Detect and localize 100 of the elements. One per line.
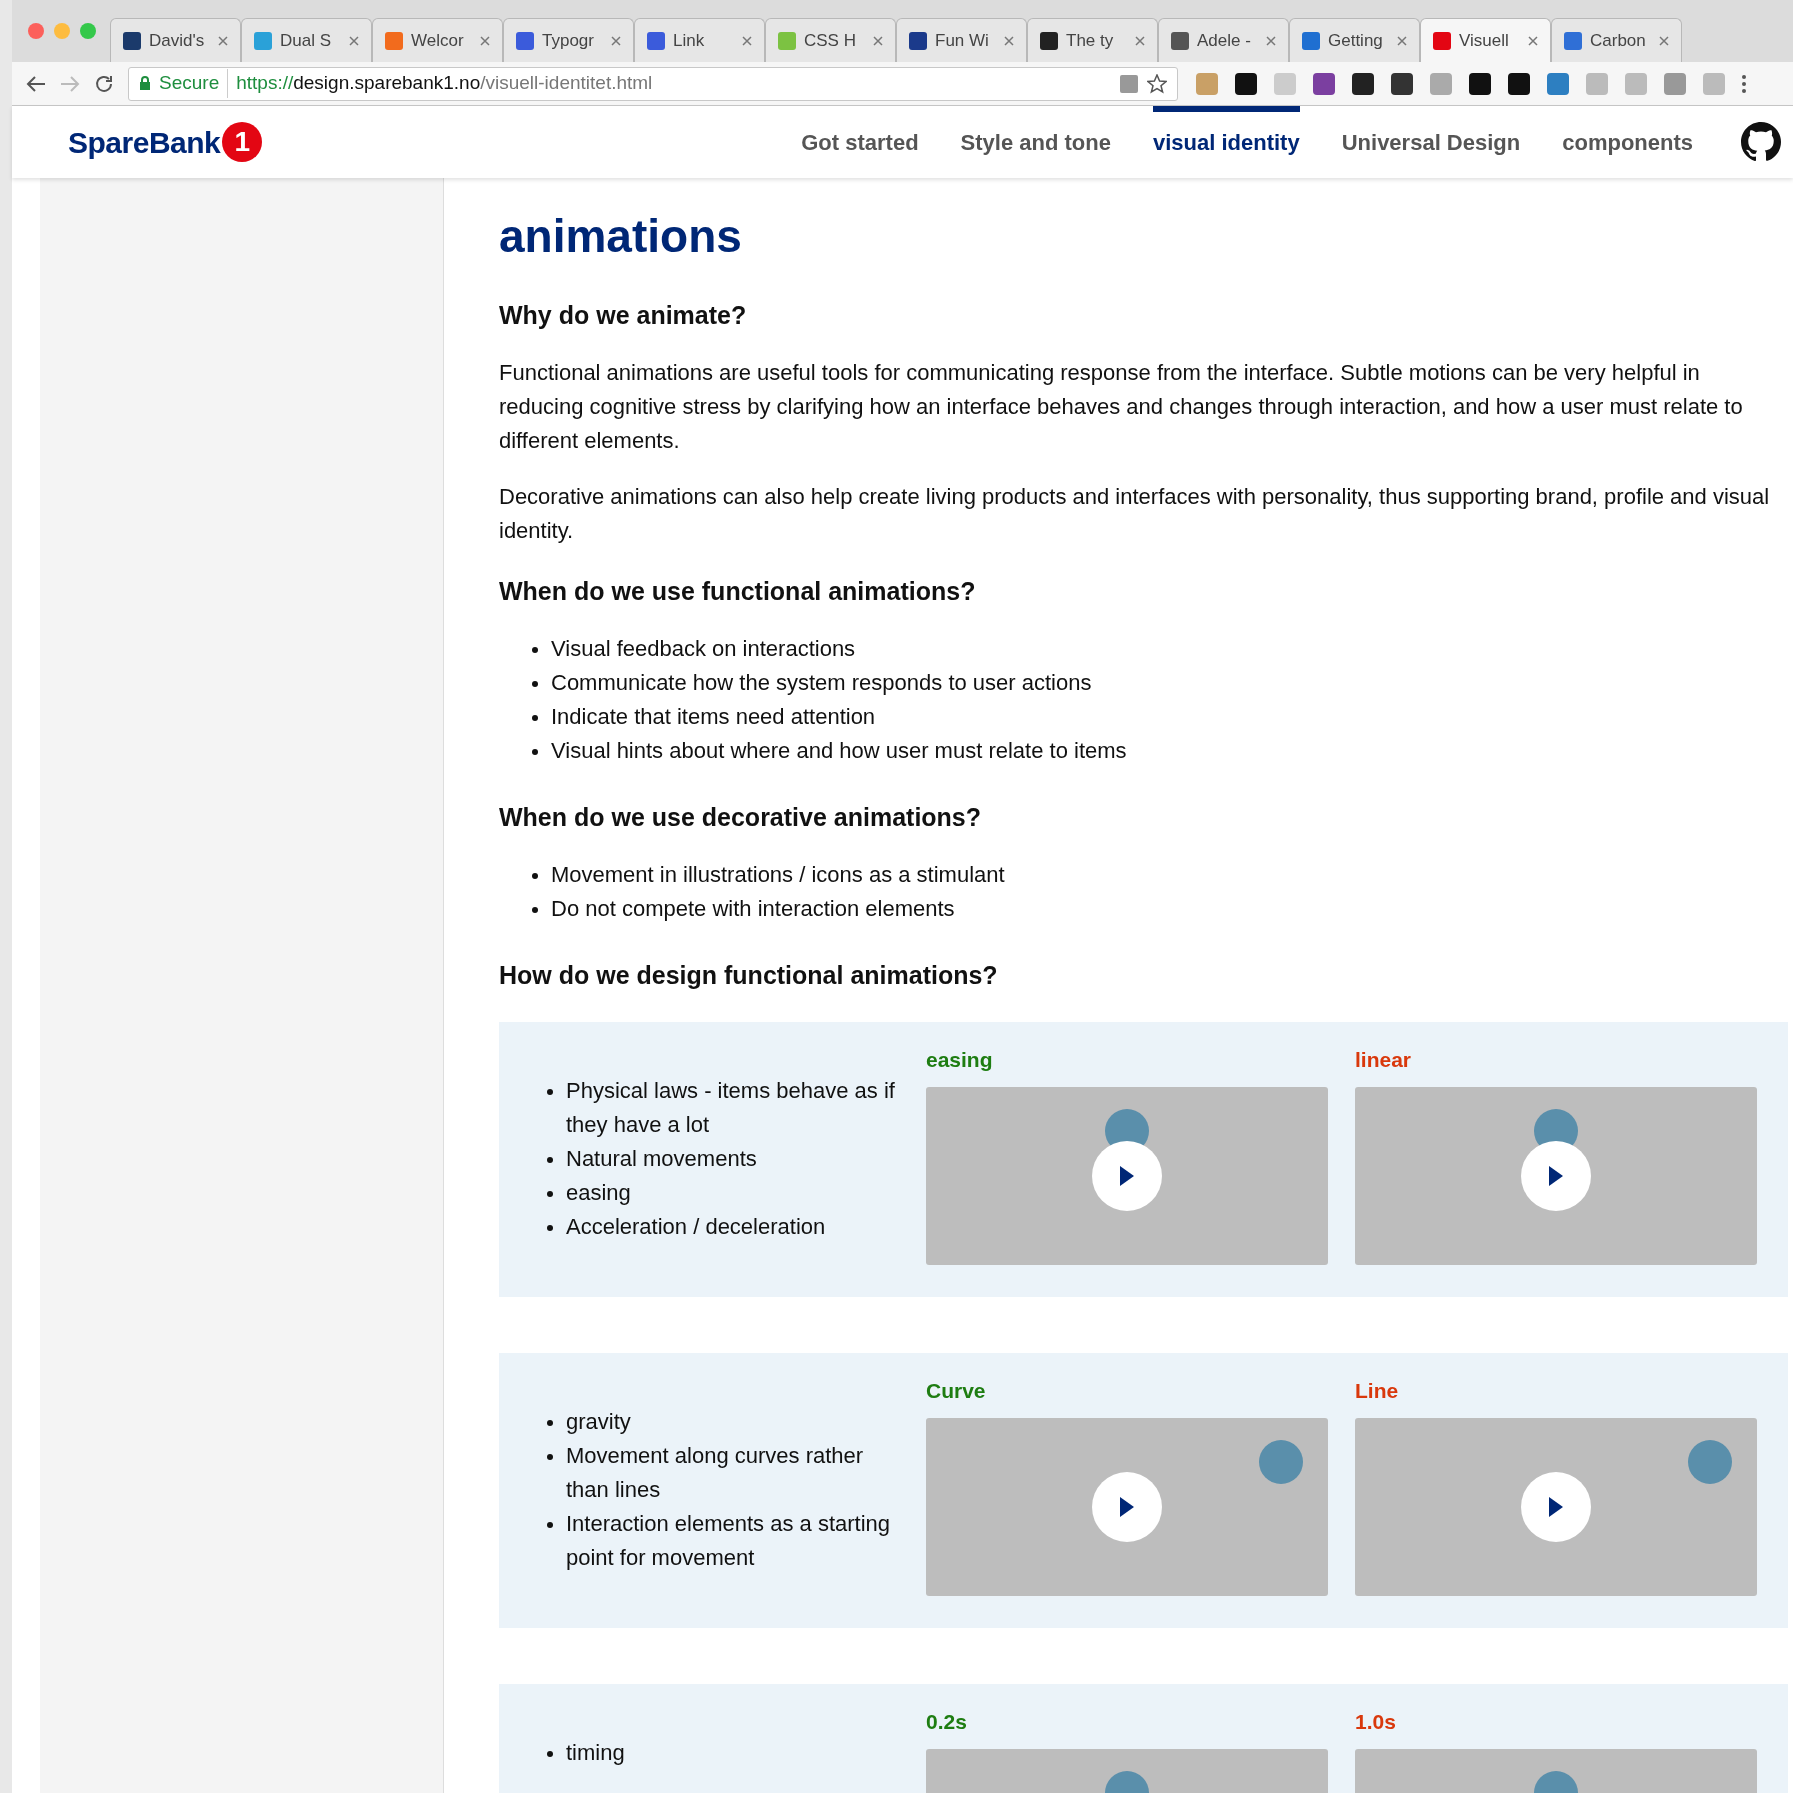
- logo-badge[interactable]: 1: [222, 122, 263, 162]
- browser-tab[interactable]: Adele -: [1158, 18, 1289, 62]
- browser-tab[interactable]: CSS H: [765, 18, 896, 62]
- github-icon[interactable]: [1741, 122, 1781, 162]
- list-item: Physical laws - items behave as if they have a lot: [566, 1076, 896, 1139]
- browser-tab[interactable]: David's: [110, 18, 241, 62]
- page-title: animations: [499, 209, 743, 264]
- browser-tab[interactable]: Getting: [1289, 18, 1420, 62]
- extension-icon[interactable]: [1469, 72, 1491, 95]
- tab-title: CSS H: [804, 29, 857, 52]
- list-item: Natural movements: [566, 1144, 757, 1173]
- close-tab-icon[interactable]: [1135, 35, 1145, 46]
- body-paragraph: Functional animations are useful tools for communicating response from the interface. Subtle motions can be very helpful in reducing cognitive stress by clarifying how an interface behaves and changes through interaction, and how a user must relate to different elements.: [499, 358, 1744, 455]
- list-item: Movement in illustrations / icons as a stimulant: [551, 860, 1005, 889]
- bullet-icon: [547, 1521, 553, 1528]
- browser-tab[interactable]: Welcor: [372, 18, 503, 62]
- bullet-icon: [547, 1156, 553, 1163]
- play-icon: [1118, 1496, 1136, 1518]
- browser-tab[interactable]: The ty: [1027, 18, 1158, 62]
- bullet-icon: [547, 1088, 553, 1095]
- demo-label: linear: [1355, 1046, 1413, 1073]
- lock-icon: [139, 76, 151, 91]
- close-tab-icon[interactable]: [480, 35, 490, 46]
- bullet-icon: [532, 872, 538, 879]
- demo-label: 1.0s: [1355, 1708, 1397, 1735]
- browser-tab[interactable]: Dual S: [241, 18, 372, 62]
- demo-label: easing: [926, 1046, 994, 1073]
- demo-label: 0.2s: [926, 1708, 968, 1735]
- close-window-button[interactable]: [28, 23, 44, 39]
- play-icon: [1547, 1496, 1565, 1518]
- browser-tab[interactable]: Visuell: [1420, 18, 1551, 62]
- nav-link[interactable]: visual identity: [1152, 106, 1300, 178]
- list-item: Movement along curves rather than lines: [566, 1441, 865, 1504]
- tab-title: Welcor: [411, 29, 465, 52]
- close-tab-icon[interactable]: [1528, 35, 1538, 46]
- bullet-icon: [532, 646, 538, 653]
- bullet-icon: [547, 1419, 553, 1426]
- tab-title: Visuell: [1459, 29, 1510, 52]
- close-tab-icon[interactable]: [1397, 35, 1407, 46]
- back-icon[interactable]: [26, 74, 46, 93]
- tab-title: Typogr: [542, 29, 595, 52]
- close-tab-icon[interactable]: [349, 35, 359, 46]
- extension-icon[interactable]: [1235, 72, 1257, 95]
- close-tab-icon[interactable]: [742, 35, 752, 46]
- extension-icon[interactable]: [1391, 72, 1413, 95]
- tab-title: Link: [673, 29, 706, 52]
- tab-title: Fun Wi: [935, 29, 990, 52]
- list-item: Visual feedback on interactions: [551, 634, 856, 663]
- demo-label: Curve: [926, 1377, 987, 1404]
- close-tab-icon[interactable]: [1004, 35, 1014, 46]
- bullet-icon: [532, 714, 538, 721]
- reload-icon[interactable]: [94, 73, 114, 94]
- list-item: Visual hints about where and how user must relate to items: [551, 736, 1127, 765]
- bullet-icon: [547, 1224, 553, 1231]
- list-item: Communicate how the system responds to user actions: [551, 668, 1092, 697]
- body-paragraph: Decorative animations can also help create living products and interfaces with personality, thus supporting brand, profile and visual identity.: [499, 482, 1771, 545]
- browser-tab[interactable]: Link: [634, 18, 765, 62]
- section-heading: When do we use functional animations?: [499, 575, 977, 607]
- extension-icon[interactable]: [1313, 72, 1335, 95]
- list-item: gravity: [566, 1407, 631, 1436]
- browser-tab[interactable]: Fun Wi: [896, 18, 1027, 62]
- tab-title: Getting: [1328, 29, 1384, 52]
- section-heading: Why do we animate?: [499, 299, 748, 331]
- tab-title: Dual S: [280, 29, 333, 52]
- play-icon: [1118, 1165, 1136, 1187]
- close-tab-icon[interactable]: [873, 35, 883, 46]
- tab-title: Adele -: [1197, 29, 1252, 52]
- extension-icon[interactable]: [1352, 72, 1374, 95]
- close-tab-icon[interactable]: [611, 35, 621, 46]
- extension-icon[interactable]: [1508, 72, 1530, 95]
- star-icon[interactable]: [1147, 73, 1167, 94]
- browser-tab[interactable]: Typogr: [503, 18, 634, 62]
- tab-title: The ty: [1066, 29, 1115, 52]
- demo-label: Line: [1355, 1377, 1400, 1404]
- list-item: Interaction elements as a starting point for movement: [566, 1509, 892, 1572]
- nav-link[interactable]: Got started: [801, 106, 919, 178]
- tab-title: Carbon: [1590, 29, 1647, 52]
- secure-label: Secure: [159, 69, 229, 98]
- close-tab-icon[interactable]: [1266, 35, 1276, 46]
- nav-link[interactable]: Universal Design: [1341, 106, 1521, 178]
- nav-link[interactable]: Style and tone: [960, 106, 1111, 178]
- browser-tab[interactable]: Carbon: [1551, 18, 1682, 62]
- play-icon: [1547, 1165, 1565, 1187]
- list-item: Indicate that items need attention: [551, 702, 876, 731]
- bullet-icon: [532, 680, 538, 687]
- bullet-icon: [532, 748, 538, 755]
- bullet-icon: [547, 1190, 553, 1197]
- menu-icon[interactable]: [1742, 74, 1746, 93]
- bullet-icon: [547, 1750, 553, 1757]
- logo-text[interactable]: SpareBank: [68, 119, 221, 165]
- list-item: Acceleration / deceleration: [566, 1212, 826, 1241]
- list-item: timing: [566, 1738, 625, 1767]
- nav-link[interactable]: components: [1562, 106, 1693, 178]
- section-heading: When do we use decorative animations?: [499, 801, 983, 833]
- close-tab-icon[interactable]: [218, 35, 228, 46]
- section-heading: How do we design functional animations?: [499, 959, 999, 991]
- list-item: Do not compete with interaction elements: [551, 894, 955, 923]
- close-tab-icon[interactable]: [1659, 35, 1669, 46]
- address-bar[interactable]: Secure https://design.sparebank1.no/visuell-identitet.html: [128, 66, 1178, 101]
- url-text: https://design.sparebank1.no/visuell-identitet.html: [236, 71, 654, 96]
